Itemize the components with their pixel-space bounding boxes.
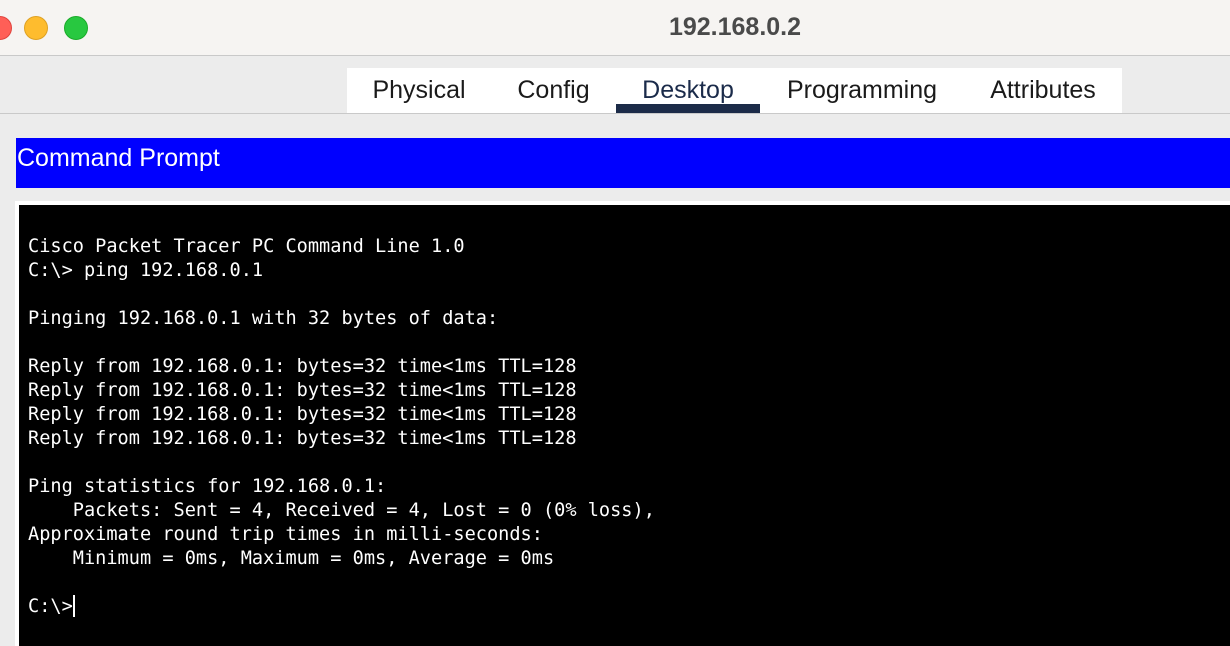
app-window: 192.168.0.2 Physical Config Desktop Prog…: [0, 0, 1230, 646]
terminal-line: Reply from 192.168.0.1: bytes=32 time<1m…: [28, 428, 577, 449]
terminal-line: Reply from 192.168.0.1: bytes=32 time<1m…: [28, 404, 577, 425]
text-cursor: [72, 595, 75, 617]
tab-desktop[interactable]: Desktop: [616, 68, 760, 113]
tab-programming[interactable]: Programming: [760, 68, 964, 113]
terminal-output[interactable]: Cisco Packet Tracer PC Command Line 1.0 …: [19, 205, 1230, 646]
command-prompt-header: Command Prompt: [16, 138, 1230, 188]
terminal-line: Approximate round trip times in milli-se…: [28, 524, 543, 545]
window-title: 192.168.0.2: [668, 13, 802, 41]
command-prompt-text: C:\>: [28, 596, 73, 617]
terminal-line: Minimum = 0ms, Maximum = 0ms, Average = …: [28, 548, 555, 569]
tab-physical[interactable]: Physical: [347, 68, 491, 113]
terminal-line: Packets: Sent = 4, Received = 4, Lost = …: [28, 500, 655, 521]
tab-config[interactable]: Config: [491, 68, 616, 113]
tab-strip: Physical Config Desktop Programming Attr…: [0, 56, 1230, 114]
title-bar: 192.168.0.2: [0, 0, 1230, 56]
terminal-line: Ping statistics for 192.168.0.1:: [28, 476, 387, 497]
terminal-line: Reply from 192.168.0.1: bytes=32 time<1m…: [28, 380, 577, 401]
command-input-line[interactable]: C:\>: [28, 595, 1230, 619]
terminal-line: Cisco Packet Tracer PC Command Line 1.0: [28, 236, 465, 257]
terminal-line: C:\> ping 192.168.0.1: [28, 260, 264, 281]
terminal-frame: Cisco Packet Tracer PC Command Line 1.0 …: [15, 201, 1230, 646]
tab-attributes[interactable]: Attributes: [964, 68, 1122, 113]
terminal-line: Reply from 192.168.0.1: bytes=32 time<1m…: [28, 356, 577, 377]
terminal-line: Pinging 192.168.0.1 with 32 bytes of dat…: [28, 308, 499, 329]
tab-bar: Physical Config Desktop Programming Attr…: [347, 68, 1122, 113]
